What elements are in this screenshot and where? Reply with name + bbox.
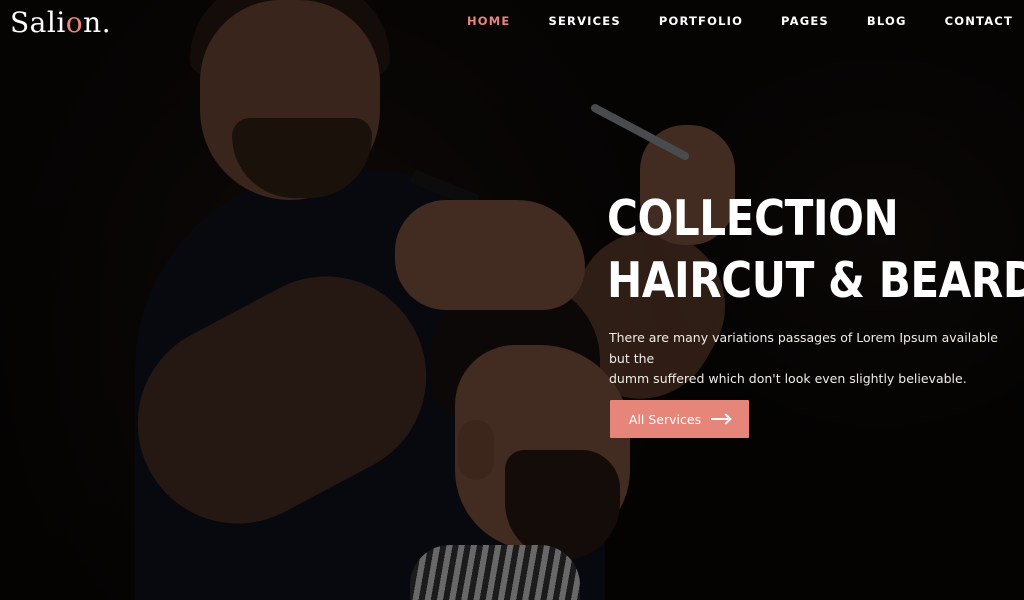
logo-accent-letter: o [65, 6, 84, 39]
hero-subtext-line1: There are many variations passages of Lo… [609, 330, 998, 366]
nav-item-pages[interactable]: PAGES [781, 14, 829, 28]
hero-headline-line1: COLLECTION [607, 190, 899, 247]
nav-item-home[interactable]: HOME [467, 14, 511, 28]
hero-subtext-line2: dumm suffered which don't look even slig… [609, 371, 967, 386]
nav-item-portfolio[interactable]: PORTFOLIO [659, 14, 743, 28]
hero-content: COLLECTION HAIRCUT & BEARD There are man… [607, 188, 1024, 390]
all-services-button[interactable]: All Services [610, 400, 749, 438]
logo-text-end: n. [83, 6, 112, 39]
nav-item-contact[interactable]: CONTACT [945, 14, 1013, 28]
hero-headline-line2: HAIRCUT & BEARD [607, 252, 1024, 309]
arrow-right-icon [711, 414, 730, 424]
hero-subtext: There are many variations passages of Lo… [609, 328, 1019, 390]
main-navigation: HOME SERVICES PORTFOLIO PAGES BLOG CONTA… [429, 14, 1013, 28]
site-logo[interactable]: Salion. [10, 6, 111, 39]
all-services-label: All Services [628, 411, 702, 427]
hero-headline: COLLECTION HAIRCUT & BEARD [607, 188, 1024, 312]
logo-text: Sali [10, 6, 66, 39]
nav-item-services[interactable]: SERVICES [548, 14, 620, 28]
site-header: Salion. HOME SERVICES PORTFOLIO PAGES BL… [0, 0, 1024, 44]
nav-item-blog[interactable]: BLOG [867, 14, 907, 28]
